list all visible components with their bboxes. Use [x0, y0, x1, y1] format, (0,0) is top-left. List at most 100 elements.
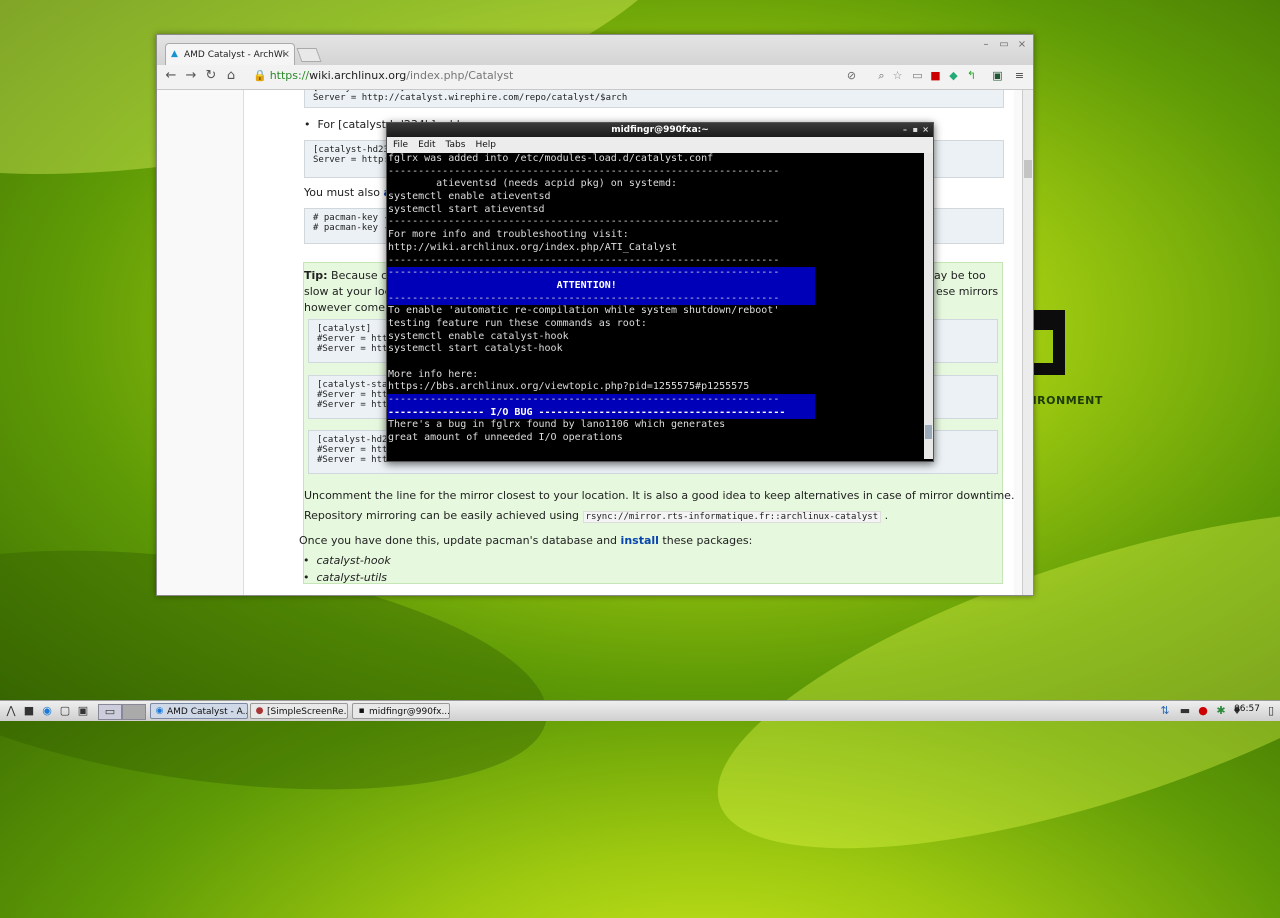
paragraph-text: You must also [304, 186, 380, 199]
list-item: • catalyst-utils [303, 571, 388, 584]
settings-icon[interactable]: ✱ [1214, 704, 1228, 718]
paragraph-text: these packages: [662, 534, 753, 547]
terminal-title: midfingr@990fxa:~ [611, 125, 709, 135]
tab-bar: ▲ AMD Catalyst - ArchWi × – ▭ × [157, 35, 1033, 65]
terminal-line: fglrx was added into /etc/modules-load.d… [388, 153, 714, 164]
recorder-icon: ● [255, 706, 264, 716]
tab-close-icon[interactable]: × [282, 44, 290, 66]
uncomment-text: Uncomment the line for the mirror closes… [304, 489, 1015, 502]
star-icon[interactable]: ☆ [891, 69, 904, 82]
terminal-line: systemctl enable catalyst-hook [388, 330, 569, 342]
code-block: [catalyst-stable] Server = http://cataly… [304, 90, 1004, 108]
minimize-button[interactable]: – [979, 39, 993, 50]
task-label: [SimpleScreenRe... [267, 707, 348, 717]
terminal-icon: ▪ [358, 706, 365, 716]
home-icon[interactable]: ⌂ [223, 68, 239, 84]
zoom-icon[interactable]: ⊘ [845, 69, 858, 82]
terminal-line: http://wiki.archlinux.org/index.php/ATI_… [388, 241, 677, 253]
arch-logo-icon: ▲ [171, 49, 178, 59]
terminal-line: systemctl start catalyst-hook [388, 343, 563, 355]
url-scheme: https:// [269, 69, 310, 82]
menu-help[interactable]: Help [475, 140, 496, 150]
tray-icon[interactable]: ▬ [1178, 704, 1192, 718]
menu-file[interactable]: File [393, 140, 408, 150]
desktop-pager-icon[interactable] [122, 704, 146, 720]
terminal-line: ----------------------------------------… [388, 216, 780, 228]
terminal-titlebar[interactable]: midfingr@990fxa:~ – ▪ × [387, 123, 933, 137]
launcher-icon[interactable]: ▢ [58, 704, 72, 718]
terminal-line: ----------------------------------------… [388, 165, 780, 177]
menu-icon[interactable]: ≡ [1013, 69, 1026, 82]
desktop-pager-icon[interactable]: ▭ [98, 704, 122, 720]
terminal-line: systemctl enable atieventsd [388, 191, 551, 203]
extension-icon[interactable]: ↰ [965, 69, 978, 82]
tab-title: AMD Catalyst - ArchWi [184, 50, 286, 60]
search-icon[interactable]: ⌕ [875, 69, 888, 82]
launcher-icon[interactable]: ▣ [76, 704, 90, 718]
task-terminal[interactable]: ▪ midfingr@990fx... [352, 703, 450, 719]
package-name: catalyst-hook [316, 554, 391, 567]
url-path: /index.php/Catalyst [406, 69, 514, 82]
terminal-line: ATTENTION! [387, 279, 815, 293]
task-screenrecorder[interactable]: ● [SimpleScreenRe... [250, 703, 348, 719]
paragraph: You must also ad [304, 186, 399, 199]
terminal-line: ----------------------------------------… [387, 292, 815, 306]
terminal-line: https://bbs.archlinux.org/viewtopic.php?… [388, 381, 750, 393]
page-scrollbar[interactable] [1022, 90, 1033, 595]
tip-text-line: however come w [304, 301, 398, 314]
maximize-button[interactable]: ▭ [997, 39, 1011, 50]
tip-text-line: ay be too [934, 269, 986, 282]
task-label: AMD Catalyst - A... [167, 707, 248, 717]
tab-amd-catalyst[interactable]: ▲ AMD Catalyst - ArchWi × [165, 43, 295, 65]
show-desktop-icon[interactable]: ▯ [1266, 704, 1276, 718]
address-bar[interactable]: 🔒 https://wiki.archlinux.org/index.php/Ca… [253, 66, 893, 86]
terminal-line: systemctl start atieventsd [388, 203, 545, 215]
recording-icon[interactable]: ● [1196, 704, 1210, 718]
install-link[interactable]: install [621, 534, 659, 547]
task-label: midfingr@990fx... [369, 707, 450, 717]
extension-icon[interactable]: ▭ [911, 69, 924, 82]
terminal-scrollbar[interactable] [924, 153, 933, 459]
extension-icon[interactable]: ◆ [947, 69, 960, 82]
taskbar: ⋀ ■ ◉ ▢ ▣ ▭ ◉ AMD Catalyst - A... ● [Simpl… [0, 700, 1280, 721]
terminal-line: There's a bug in fglrx found by lano1106… [388, 419, 726, 431]
extension-icon[interactable]: ▣ [991, 69, 1004, 82]
tip-text: Tip: Because ca [304, 269, 394, 282]
scrollbar-thumb[interactable] [1024, 160, 1032, 178]
tip-text-line: ese mirrors [936, 285, 999, 298]
back-icon[interactable]: ← [163, 68, 179, 84]
close-button[interactable]: × [1015, 39, 1029, 50]
forward-icon[interactable]: → [183, 68, 199, 84]
terminal-line: ---------------- I/O BUG ---------------… [387, 406, 815, 420]
repo-mirroring-text: Repository mirroring can be easily achie… [304, 509, 889, 523]
kde-menu-icon[interactable]: ⋀ [4, 704, 18, 718]
adblock-icon[interactable]: ■ [929, 69, 942, 82]
rsync-code: rsync://mirror.rts-informatique.fr::arch… [582, 511, 882, 523]
minimize-button[interactable]: – [903, 123, 907, 137]
tip-text-line: slow at your loc [304, 285, 391, 298]
close-button[interactable]: × [922, 123, 929, 137]
maximize-button[interactable]: ▪ [913, 123, 918, 137]
list-item: • catalyst-hook [303, 554, 391, 567]
browser-launcher-icon[interactable]: ◉ [40, 704, 54, 718]
paragraph-text: Once you have done this, update pacman's… [299, 534, 618, 547]
menu-edit[interactable]: Edit [418, 140, 435, 150]
terminal-line: For more info and troubleshooting visit: [388, 229, 629, 241]
terminal-line: ----------------------------------------… [387, 394, 815, 407]
menu-tabs[interactable]: Tabs [446, 140, 466, 150]
task-browser[interactable]: ◉ AMD Catalyst - A... [150, 703, 248, 719]
new-tab-button[interactable] [296, 48, 322, 62]
terminal-line: More info here: [388, 368, 479, 380]
once-done-text: Once you have done this, update pacman's… [299, 534, 752, 547]
network-icon[interactable]: ⇅ [1158, 704, 1172, 718]
package-name: catalyst-utils [316, 571, 388, 584]
clock: 06:57 [1234, 704, 1260, 714]
reload-icon[interactable]: ↻ [203, 68, 219, 84]
tip-label: Tip: [304, 269, 328, 282]
terminal-output[interactable]: fglrx was added into /etc/modules-load.d… [387, 153, 923, 459]
terminal-line: atieventsd (needs acpid pkg) on systemd: [388, 178, 677, 190]
terminal-line: great amount of unneeded I/O operations [388, 432, 623, 444]
launcher-icon[interactable]: ■ [22, 704, 36, 718]
terminal-menubar: File Edit Tabs Help [387, 137, 933, 153]
scrollbar-thumb[interactable] [925, 425, 932, 439]
